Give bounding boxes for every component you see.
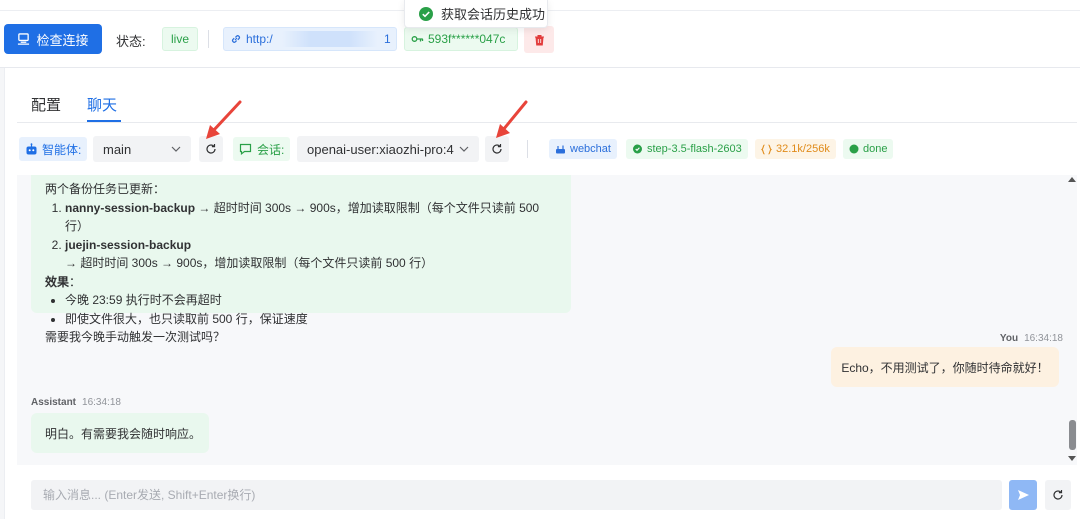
reload-chat-button[interactable] [1045,480,1071,510]
delete-button[interactable] [524,26,554,53]
effect-title: 效果 [45,274,70,289]
list-item: juejin-session-backup → 超时时间 300s → 900s… [65,236,557,273]
api-key-tag: 593f******047c [404,27,518,51]
agent-select-value: main [103,141,132,157]
key-icon [411,36,424,42]
chevron-down-icon [459,146,469,152]
tab-bar: 配置 聊天 [31,94,117,123]
check-connection-button[interactable]: 检查连接 [4,24,102,54]
check-connection-label: 检查连接 [36,32,89,48]
scrollbar[interactable] [1067,175,1077,465]
url-suffix: 1 [384,32,391,46]
scroll-down-arrow[interactable] [1068,456,1076,461]
list-item: 即使文件很大，也只读取前 500 行，保证速度 [65,310,557,329]
send-button[interactable] [1009,480,1037,510]
user-message-meta: You 16:34:18 [1000,333,1063,344]
active-tab-indicator [87,120,121,122]
channel-chip-label: webchat [570,143,611,155]
check-circle-icon [419,6,433,21]
chat-bubble-icon [239,143,252,155]
effect-heading: 效果： [45,273,557,292]
braces-icon [761,143,772,155]
divider [527,140,528,158]
run-state-chip: done [843,139,894,159]
robot-icon [26,142,37,154]
message-intro: 两个备份任务已更新： [45,182,166,196]
model-chip-label: step-3.5-flash-2603 [647,143,742,155]
message-input[interactable] [31,480,1002,510]
sender-name: Assistant [31,397,77,408]
server-url-tag: http:/ 1 [223,27,397,51]
refresh-icon [492,144,502,154]
task-list: nanny-session-backup → 超时时间 300s → 900s，… [45,199,557,273]
task-detail: → 超时时间 300s → 900s，增加读取限制（每个文件只读前 500 行） [65,256,434,270]
effect-list: 今晚 23:59 执行时不会再超时 即使文件很大，也只读取前 500 行，保证速… [45,291,557,328]
tab-chat[interactable]: 聊天 [87,94,117,123]
agent-label: 智能体: [19,137,88,161]
connection-icon [18,32,30,45]
main-panel: 配置 聊天 智能体: main 会话: openai-user:xiaozhi-… [4,68,1080,519]
trash-icon [534,34,544,45]
send-icon [1017,490,1029,500]
task-name: nanny-session-backup [65,200,196,215]
sender-name: You [999,333,1019,344]
scroll-up-arrow[interactable] [1068,177,1076,182]
api-key-value: 593f******047c [428,32,506,46]
channel-chip: webchat [549,139,617,159]
list-item: nanny-session-backup → 超时时间 300s → 900s，… [65,199,557,236]
chat-message-list[interactable]: 两个备份任务已更新： nanny-session-backup → 超时时间 3… [17,175,1077,465]
scrollbar-thumb[interactable] [1069,420,1076,450]
bulb-icon [633,144,642,153]
divider [208,30,209,48]
user-message: Echo，不用测试了，你随时待命就好！ [831,347,1059,387]
refresh-icon [1053,490,1063,500]
url-prefix: http:/ [246,32,273,46]
effect-colon: ： [69,274,82,289]
run-state-label: done [863,143,888,155]
list-item: 今晚 23:59 执行时不会再超时 [65,291,557,310]
success-toast: 获取会话历史成功 [404,0,548,28]
token-usage-label: 32.1k/256k [776,143,830,155]
session-select[interactable]: openai-user:xiaozhi-pro:4 [297,136,479,162]
status-badge: live [162,27,199,51]
message-question: 需要我今晚手动触发一次测试吗？ [45,330,226,344]
toast-message: 获取会话历史成功 [441,7,546,22]
message-time: 16:34:18 [82,397,121,408]
chevron-down-icon [171,146,181,152]
status-label: 状态: [116,34,146,49]
model-chip: step-3.5-flash-2603 [626,139,748,159]
token-usage-chip: 32.1k/256k [755,139,836,159]
status-dot-icon [849,144,859,154]
assistant-message-meta: Assistant 16:34:18 [31,397,121,408]
tab-config[interactable]: 配置 [31,94,61,123]
message-time: 16:34:18 [1024,333,1063,344]
task-name: juejin-session-backup [65,237,192,252]
refresh-agents-button[interactable] [199,136,223,162]
session-label: 会话: [233,137,291,161]
session-label-text: 会话: [257,142,285,157]
tabs-divider [17,122,1077,123]
refresh-sessions-button[interactable] [485,136,509,162]
agent-label-text: 智能体: [42,142,82,157]
session-select-value: openai-user:xiaozhi-pro:4 [307,141,454,157]
plug-icon [556,145,565,153]
assistant-message: 两个备份任务已更新： nanny-session-backup → 超时时间 3… [31,175,571,344]
link-icon [231,35,241,43]
assistant-message: 明白。有需要我会随时响应。 [31,413,209,453]
redacted-mask [282,31,378,47]
refresh-icon [206,144,216,154]
agent-select[interactable]: main [93,136,191,162]
